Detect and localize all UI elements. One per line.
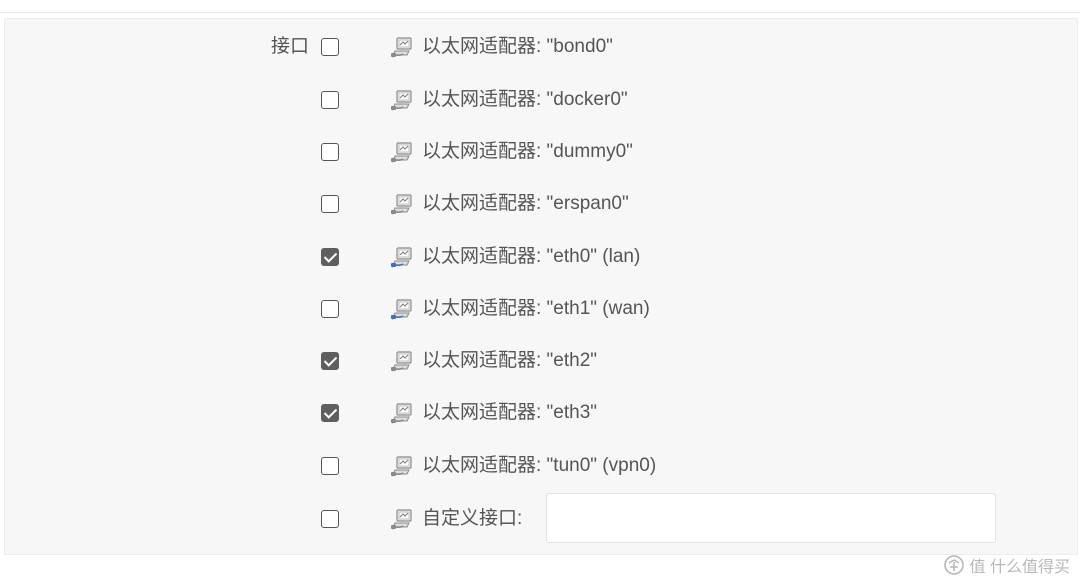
network-adapter-icon — [391, 403, 412, 424]
interface-label: 以太网适配器: "eth0" (lan) — [422, 246, 641, 267]
network-adapter-icon — [391, 456, 412, 477]
interface-label: 以太网适配器: "eth2" — [422, 350, 598, 371]
interface-row: 以太网适配器: "dummy0" — [0, 131, 1080, 171]
interface-checkbox[interactable] — [321, 457, 339, 475]
interface-checkbox[interactable] — [321, 143, 339, 161]
watermark: 值 什么值得买 — [943, 553, 1070, 577]
custom-interface-label: 自定义接口: — [422, 508, 523, 529]
interface-checkbox[interactable] — [321, 404, 339, 422]
interface-label: 以太网适配器: "eth3" — [422, 402, 598, 423]
interface-label: 以太网适配器: "dummy0" — [422, 141, 633, 162]
interface-label: 以太网适配器: "docker0" — [422, 89, 628, 110]
interface-checkbox[interactable] — [321, 300, 339, 318]
network-adapter-icon — [391, 90, 412, 111]
interface-checkbox[interactable] — [321, 38, 339, 56]
interface-row: 以太网适配器: "eth0" (lan) — [0, 236, 1080, 276]
interface-label: 以太网适配器: "tun0" (vpn0) — [422, 455, 657, 476]
interface-row: 以太网适配器: "eth3" — [0, 392, 1080, 432]
interface-label: 以太网适配器: "eth1" (wan) — [422, 298, 650, 319]
interface-label: 以太网适配器: "bond0" — [422, 36, 613, 57]
interface-row: 以太网适配器: "docker0" — [0, 79, 1080, 119]
interface-checkbox[interactable] — [321, 91, 339, 109]
watermark-text: 值 什么值得买 — [969, 559, 1070, 576]
network-adapter-icon — [391, 509, 412, 530]
interface-checkbox[interactable] — [321, 248, 339, 266]
network-adapter-icon — [391, 142, 412, 163]
network-adapter-icon — [391, 247, 412, 268]
interface-row: 以太网适配器: "eth1" (wan) — [0, 288, 1080, 328]
smzdm-logo-icon — [943, 555, 964, 575]
interface-row: 以太网适配器: "bond0" — [0, 26, 1080, 66]
network-adapter-icon — [391, 37, 412, 58]
custom-interface-checkbox[interactable] — [321, 510, 339, 528]
top-strip — [0, 0, 1080, 13]
network-adapter-icon — [391, 351, 412, 372]
interface-label: 以太网适配器: "erspan0" — [422, 193, 629, 214]
interface-checkbox[interactable] — [321, 195, 339, 213]
interface-row: 以太网适配器: "erspan0" — [0, 183, 1080, 223]
network-adapter-icon — [391, 299, 412, 320]
interface-checkbox[interactable] — [321, 352, 339, 370]
interface-row: 以太网适配器: "tun0" (vpn0) — [0, 445, 1080, 485]
custom-interface-input[interactable] — [546, 493, 996, 543]
interface-row: 以太网适配器: "eth2" — [0, 340, 1080, 380]
network-adapter-icon — [391, 194, 412, 215]
